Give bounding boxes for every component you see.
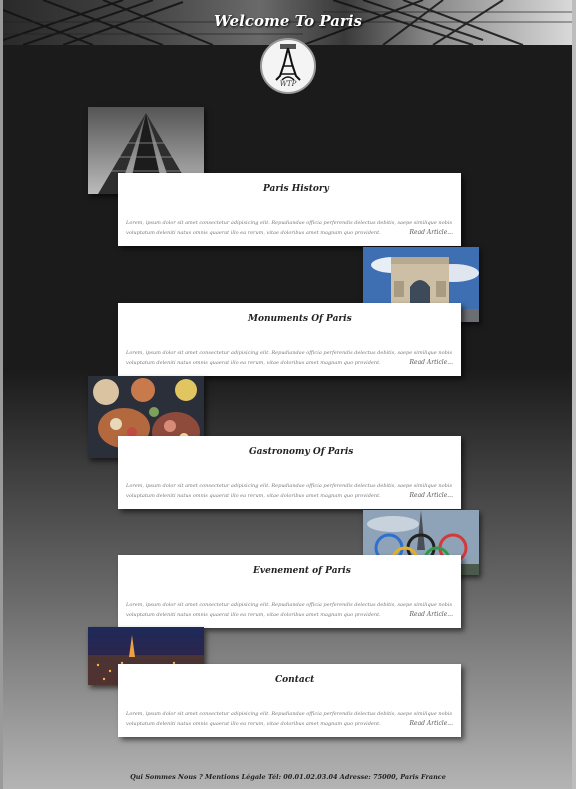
article-title[interactable]: Paris History: [263, 184, 329, 194]
article-title[interactable]: Evenement of Paris: [253, 566, 351, 576]
article-title[interactable]: Contact: [275, 675, 314, 685]
site-title: Welcome To Paris: [214, 12, 362, 30]
site-logo[interactable]: WTP: [260, 38, 316, 94]
window-frame-right: [572, 0, 576, 789]
window-frame-left: [0, 0, 3, 789]
article-card-monuments: Monuments Of Paris Lorem, ipsum dolor si…: [118, 303, 461, 376]
read-article-link[interactable]: Read Article...: [405, 610, 453, 620]
read-article-link[interactable]: Read Article...: [405, 719, 453, 729]
article-title[interactable]: Monuments Of Paris: [248, 314, 352, 324]
read-article-link[interactable]: Read Article...: [405, 491, 453, 501]
logo-text: WTP: [279, 80, 297, 88]
read-article-link[interactable]: Read Article...: [405, 228, 453, 238]
article-title[interactable]: Gastronomy Of Paris: [249, 447, 353, 457]
article-card-history: Paris History Lorem, ipsum dolor sit ame…: [118, 173, 461, 246]
footer-text: Qui Sommes Nous ? Mentions Légale Tél: 0…: [130, 773, 446, 781]
article-card-gastronomy: Gastronomy Of Paris Lorem, ipsum dolor s…: [118, 436, 461, 509]
article-card-contact: Contact Lorem, ipsum dolor sit amet cons…: [118, 664, 461, 737]
read-article-link[interactable]: Read Article...: [405, 358, 453, 368]
article-card-events: Evenement of Paris Lorem, ipsum dolor si…: [118, 555, 461, 628]
